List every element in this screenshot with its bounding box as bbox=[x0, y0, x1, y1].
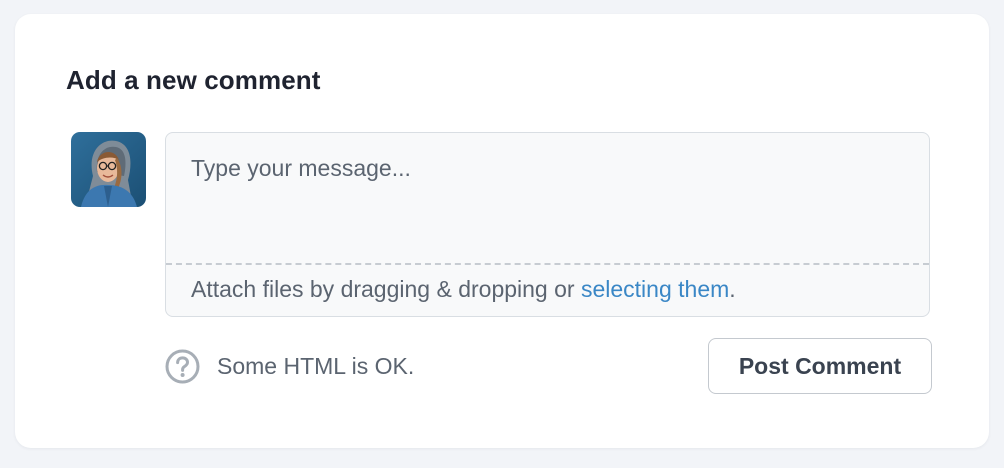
user-avatar bbox=[71, 132, 146, 207]
help-text: Some HTML is OK. bbox=[217, 352, 415, 379]
attachment-divider bbox=[166, 263, 929, 265]
html-help: Some HTML is OK. bbox=[165, 348, 414, 384]
question-circle-icon[interactable] bbox=[165, 349, 200, 384]
comment-card: Add a new comment Type your message... A… bbox=[15, 14, 989, 448]
avatar-image bbox=[71, 132, 146, 207]
attach-files-hint: Attach files by dragging & dropping or s… bbox=[191, 276, 736, 303]
message-input[interactable] bbox=[166, 133, 929, 263]
form-title: Add a new comment bbox=[66, 65, 321, 95]
attach-files-text: Attach files by dragging & dropping or bbox=[191, 276, 581, 302]
comment-box: Attach files by dragging & dropping or s… bbox=[165, 132, 930, 317]
post-comment-button[interactable]: Post Comment bbox=[708, 338, 932, 394]
select-files-link[interactable]: selecting them bbox=[581, 276, 729, 302]
attach-files-suffix: . bbox=[729, 276, 736, 302]
